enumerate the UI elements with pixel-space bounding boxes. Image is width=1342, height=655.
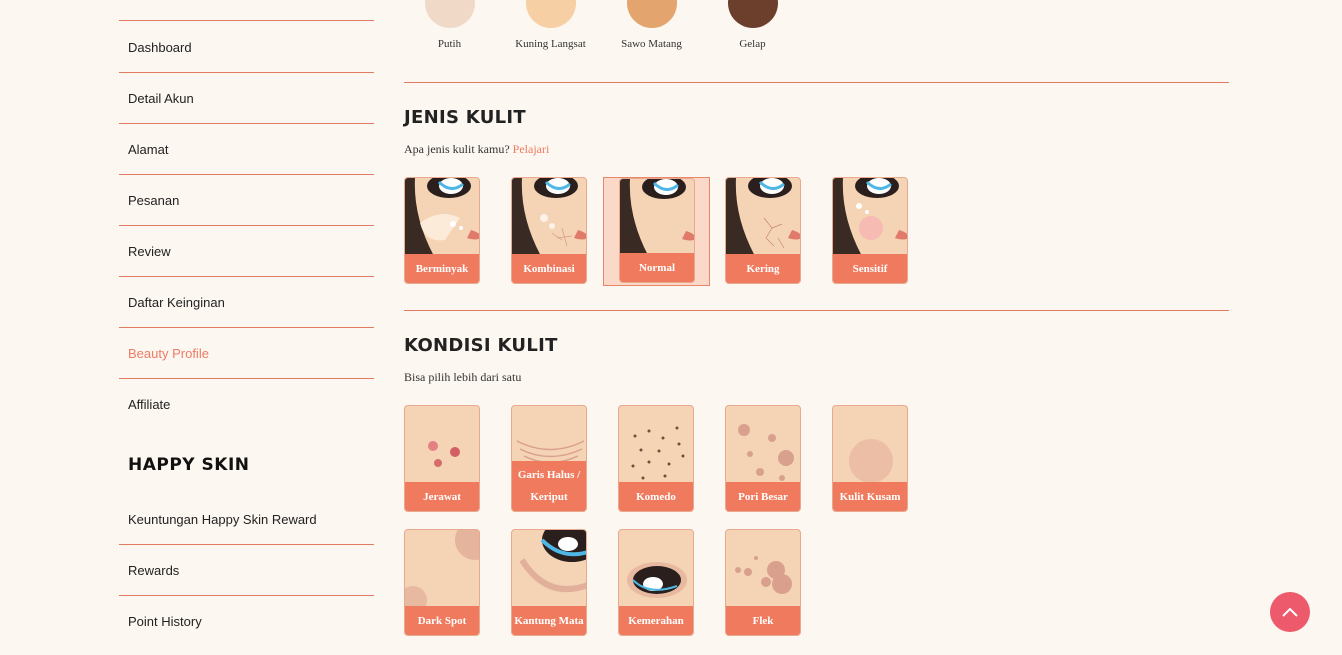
skin-condition-label: Jerawat <box>405 482 479 511</box>
skin-tone-sawo-matang[interactable]: Sawo Matang <box>601 0 702 50</box>
skin-condition-label: Kantung Mata <box>512 606 586 635</box>
skin-condition-label: Kemerahan <box>619 606 693 635</box>
pelajari-link[interactable]: Pelajari <box>513 142 550 156</box>
skin-type-option[interactable]: Berminyak <box>404 177 480 284</box>
skin-type-option[interactable]: Normal <box>619 178 695 283</box>
skin-condition-option[interactable]: Dark Spot <box>404 529 480 636</box>
skin-type-option[interactable]: Kering <box>725 177 801 284</box>
sidebar-item-rewards[interactable]: Rewards <box>119 545 374 596</box>
sidebar-item-point-history[interactable]: Point History <box>119 596 374 647</box>
sidebar-item-detail-akun[interactable]: Detail Akun <box>119 73 374 124</box>
chevron-up-icon <box>1282 607 1298 617</box>
skin-tone-putih[interactable]: Putih <box>399 0 500 50</box>
skin-tone-label: Sawo Matang <box>621 38 682 50</box>
jenis-kulit-question-text: Apa jenis kulit kamu? <box>404 142 510 156</box>
skin-condition-option[interactable]: Flek <box>725 529 801 636</box>
jenis-kulit-title: JENIS KULIT <box>404 107 526 128</box>
skin-type-label: Kombinasi <box>512 254 586 283</box>
large-pore-icon <box>738 424 794 481</box>
skin-condition-option[interactable]: Garis Halus / Keriput <box>511 405 587 512</box>
face-dry-icon <box>726 178 800 258</box>
skin-tone-label: Gelap <box>739 38 766 50</box>
skin-type-label: Normal <box>620 253 694 282</box>
skin-condition-option[interactable]: Jerawat <box>404 405 480 512</box>
jenis-kulit-question: Apa jenis kulit kamu? Pelajari <box>404 142 549 157</box>
sidebar-item-keuntungan[interactable]: Keuntungan Happy Skin Reward <box>119 494 374 545</box>
face-sensitive-icon <box>833 178 907 258</box>
skin-tone-label: Putih <box>437 38 462 50</box>
skin-tone-swatch <box>626 0 677 28</box>
kondisi-kulit-title: KONDISI KULIT <box>404 335 558 356</box>
skin-condition-label: Pori Besar <box>726 482 800 511</box>
blackhead-icon <box>631 426 685 480</box>
spot-icon <box>735 556 792 594</box>
skin-condition-option[interactable]: Kantung Mata <box>511 529 587 636</box>
skin-tone-gelap[interactable]: Gelap <box>702 0 803 50</box>
skin-type-option[interactable]: Sensitif <box>832 177 908 284</box>
dull-skin-icon <box>849 439 893 483</box>
skin-condition-label: Komedo <box>619 482 693 511</box>
skin-tone-label: Kuning Langsat <box>515 38 586 50</box>
sidebar-item-alamat[interactable]: Alamat <box>119 124 374 175</box>
skin-condition-option[interactable]: Kulit Kusam <box>832 405 908 512</box>
happy-skin-heading: HAPPY SKIN <box>128 455 250 475</box>
sidebar-item-pesanan[interactable]: Pesanan <box>119 175 374 226</box>
skin-tone-swatch <box>525 0 576 28</box>
skin-condition-label: Garis Halus / Keriput <box>512 461 586 511</box>
face-combination-icon <box>512 178 586 258</box>
divider <box>404 82 1229 83</box>
skin-type-option[interactable]: Kombinasi <box>511 177 587 284</box>
dark-spot-icon <box>405 530 479 610</box>
skin-tone-swatch <box>424 0 475 28</box>
sidebar-item-dashboard[interactable]: Dashboard <box>119 22 374 73</box>
skin-type-label: Berminyak <box>405 254 479 283</box>
redness-icon <box>627 562 687 598</box>
sidebar-item-beauty-profile[interactable]: Beauty Profile <box>119 328 374 379</box>
acne-icon <box>428 441 460 467</box>
sidebar-item-review[interactable]: Review <box>119 226 374 277</box>
face-oily-icon <box>405 178 479 258</box>
divider <box>119 20 374 21</box>
skin-type-label: Kering <box>726 254 800 283</box>
skin-condition-label: Dark Spot <box>405 606 479 635</box>
skin-type-label: Sensitif <box>833 254 907 283</box>
divider <box>404 310 1229 311</box>
skin-condition-label: Flek <box>726 606 800 635</box>
skin-condition-option[interactable]: Pori Besar <box>725 405 801 512</box>
sidebar-item-affiliate[interactable]: Affiliate <box>119 379 374 430</box>
skin-condition-option[interactable]: Kemerahan <box>618 529 694 636</box>
kondisi-kulit-subtitle: Bisa pilih lebih dari satu <box>404 370 522 384</box>
sidebar-item-daftar-keinginan[interactable]: Daftar Keinginan <box>119 277 374 328</box>
face-normal-icon <box>620 179 694 259</box>
skin-tone-swatch <box>727 0 778 28</box>
scroll-to-top-button[interactable] <box>1270 592 1310 632</box>
skin-condition-option[interactable]: Komedo <box>618 405 694 512</box>
skin-condition-label: Kulit Kusam <box>833 482 907 511</box>
skin-tone-kuning-langsat[interactable]: Kuning Langsat <box>500 0 601 50</box>
eye-bag-icon <box>519 530 586 593</box>
